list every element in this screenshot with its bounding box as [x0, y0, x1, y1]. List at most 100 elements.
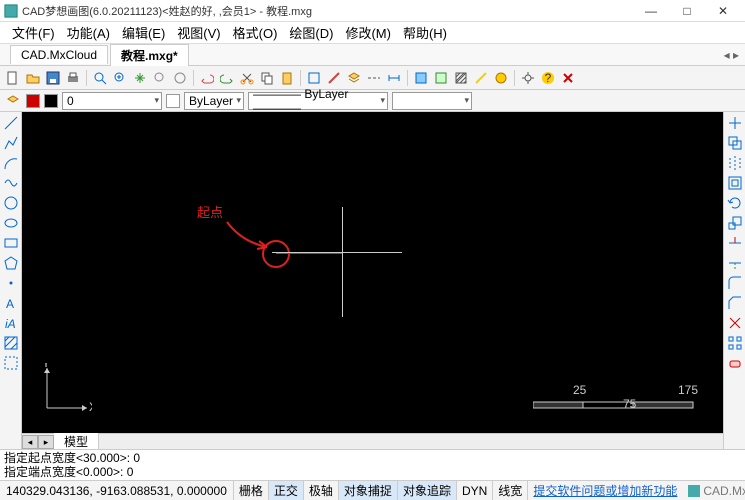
cut-button[interactable] — [238, 69, 256, 87]
polar-toggle[interactable]: 极轴 — [303, 481, 338, 500]
crosshair-vertical — [342, 207, 343, 317]
pan-button[interactable] — [131, 69, 149, 87]
spline-tool[interactable] — [2, 174, 20, 192]
start-point-marker — [262, 240, 290, 268]
layer-combo[interactable]: 0 — [62, 92, 162, 110]
move-tool[interactable] — [726, 114, 744, 132]
extend-tool[interactable] — [726, 254, 744, 272]
menu-edit[interactable]: 编辑(E) — [116, 21, 171, 44]
drawing-canvas[interactable]: 起点 X Y 25 75 175 — [22, 112, 723, 433]
rotate-tool[interactable] — [726, 194, 744, 212]
layer-manager-button[interactable] — [4, 92, 22, 110]
help-button[interactable]: ? — [539, 69, 557, 87]
copy-button[interactable] — [258, 69, 276, 87]
draw-toolbar: A iA — [0, 112, 22, 449]
array-tool[interactable] — [726, 334, 744, 352]
tab-cloud[interactable]: CAD.MxCloud — [10, 45, 108, 64]
otrack-toggle[interactable]: 对象追踪 — [397, 481, 456, 500]
dim-button[interactable] — [385, 69, 403, 87]
menu-format[interactable]: 格式(O) — [227, 21, 284, 44]
rectangle-tool[interactable] — [2, 234, 20, 252]
lineweight-combo[interactable] — [392, 92, 472, 110]
menu-func[interactable]: 功能(A) — [61, 21, 116, 44]
zoom-window-button[interactable] — [91, 69, 109, 87]
minimize-button[interactable]: — — [633, 1, 669, 21]
print-button[interactable] — [64, 69, 82, 87]
settings-button[interactable] — [519, 69, 537, 87]
menu-file[interactable]: 文件(F) — [6, 21, 61, 44]
linetype-combo[interactable]: ———— ByLayer ———— — [248, 92, 388, 110]
zoom-extents-button[interactable] — [111, 69, 129, 87]
brand-label: CAD.MxCloud — [682, 484, 745, 498]
scale-tick-b: 75 — [623, 397, 636, 411]
command-line-1: 指定起点宽度<30.000>: 0 — [4, 451, 741, 465]
scale-tick-c: 175 — [678, 383, 698, 397]
annotation-label: 起点 — [197, 202, 223, 221]
zoom-realtime-button[interactable] — [171, 69, 189, 87]
grid-toggle[interactable]: 栅格 — [233, 481, 268, 500]
point-tool[interactable] — [2, 274, 20, 292]
model-tab[interactable]: 模型 — [54, 433, 99, 450]
bylayer-swatch — [166, 94, 180, 108]
erase-tool[interactable] — [726, 354, 744, 372]
region-tool[interactable] — [2, 354, 20, 372]
mirror-tool[interactable] — [726, 154, 744, 172]
new-button[interactable] — [4, 69, 22, 87]
tab-document[interactable]: 教程.mxg* — [110, 44, 189, 66]
arc-tool[interactable] — [2, 154, 20, 172]
ortho-toggle[interactable]: 正交 — [268, 481, 303, 500]
hatch-button[interactable] — [452, 69, 470, 87]
insert-button[interactable] — [432, 69, 450, 87]
copy-tool[interactable] — [726, 134, 744, 152]
redo-button[interactable] — [218, 69, 236, 87]
trim-tool[interactable] — [726, 234, 744, 252]
circle-tool[interactable] — [2, 194, 20, 212]
mtext-tool[interactable]: iA — [2, 314, 20, 332]
ellipse-tool[interactable] — [2, 214, 20, 232]
color-swatch[interactable] — [26, 94, 40, 108]
match-button[interactable] — [325, 69, 343, 87]
color-combo[interactable]: ByLayer — [184, 92, 244, 110]
paste-button[interactable] — [278, 69, 296, 87]
scroll-right-button[interactable]: ▸ — [38, 435, 54, 449]
color-current[interactable] — [44, 94, 58, 108]
undo-button[interactable] — [198, 69, 216, 87]
text-tool[interactable]: A — [2, 294, 20, 312]
close-button[interactable]: ✕ — [705, 1, 741, 21]
save-button[interactable] — [44, 69, 62, 87]
tab-scroll[interactable]: ◂ ▸ — [724, 48, 745, 62]
dist-button[interactable] — [472, 69, 490, 87]
fillet-tool[interactable] — [726, 274, 744, 292]
zoom-previous-button[interactable] — [151, 69, 169, 87]
command-area[interactable]: 指定起点宽度<30.000>: 0 指定端点宽度<0.000>: 0 — [0, 449, 745, 480]
dyn-toggle[interactable]: DYN — [456, 481, 492, 500]
menu-modify[interactable]: 修改(M) — [339, 21, 397, 44]
open-button[interactable] — [24, 69, 42, 87]
polygon-tool[interactable] — [2, 254, 20, 272]
menu-draw[interactable]: 绘图(D) — [283, 21, 339, 44]
area-button[interactable] — [492, 69, 510, 87]
modify-toolbar — [723, 112, 745, 449]
layer-button[interactable] — [345, 69, 363, 87]
ucs-x-label: X — [89, 400, 92, 413]
properties-bar: 0 ByLayer ———— ByLayer ———— — [0, 90, 745, 112]
explode-tool[interactable] — [726, 314, 744, 332]
osnap-toggle[interactable]: 对象捕捉 — [338, 481, 397, 500]
maximize-button[interactable]: □ — [669, 1, 705, 21]
menu-view[interactable]: 视图(V) — [171, 21, 226, 44]
line-tool[interactable] — [2, 114, 20, 132]
hatch-tool[interactable] — [2, 334, 20, 352]
scroll-left-button[interactable]: ◂ — [22, 435, 38, 449]
block-button[interactable] — [412, 69, 430, 87]
coordinates-readout: 140329.043136, -9163.088531, 0.000000 — [0, 484, 233, 498]
close-doc-button[interactable] — [559, 69, 577, 87]
scale-tool[interactable] — [726, 214, 744, 232]
offset-tool[interactable] — [726, 174, 744, 192]
feedback-link[interactable]: 提交软件问题或增加新功能 — [527, 481, 682, 500]
properties-button[interactable] — [305, 69, 323, 87]
polyline-tool[interactable] — [2, 134, 20, 152]
menu-help[interactable]: 帮助(H) — [397, 21, 453, 44]
lineweight-toggle[interactable]: 线宽 — [492, 481, 527, 500]
chamfer-tool[interactable] — [726, 294, 744, 312]
linetype-button[interactable] — [365, 69, 383, 87]
